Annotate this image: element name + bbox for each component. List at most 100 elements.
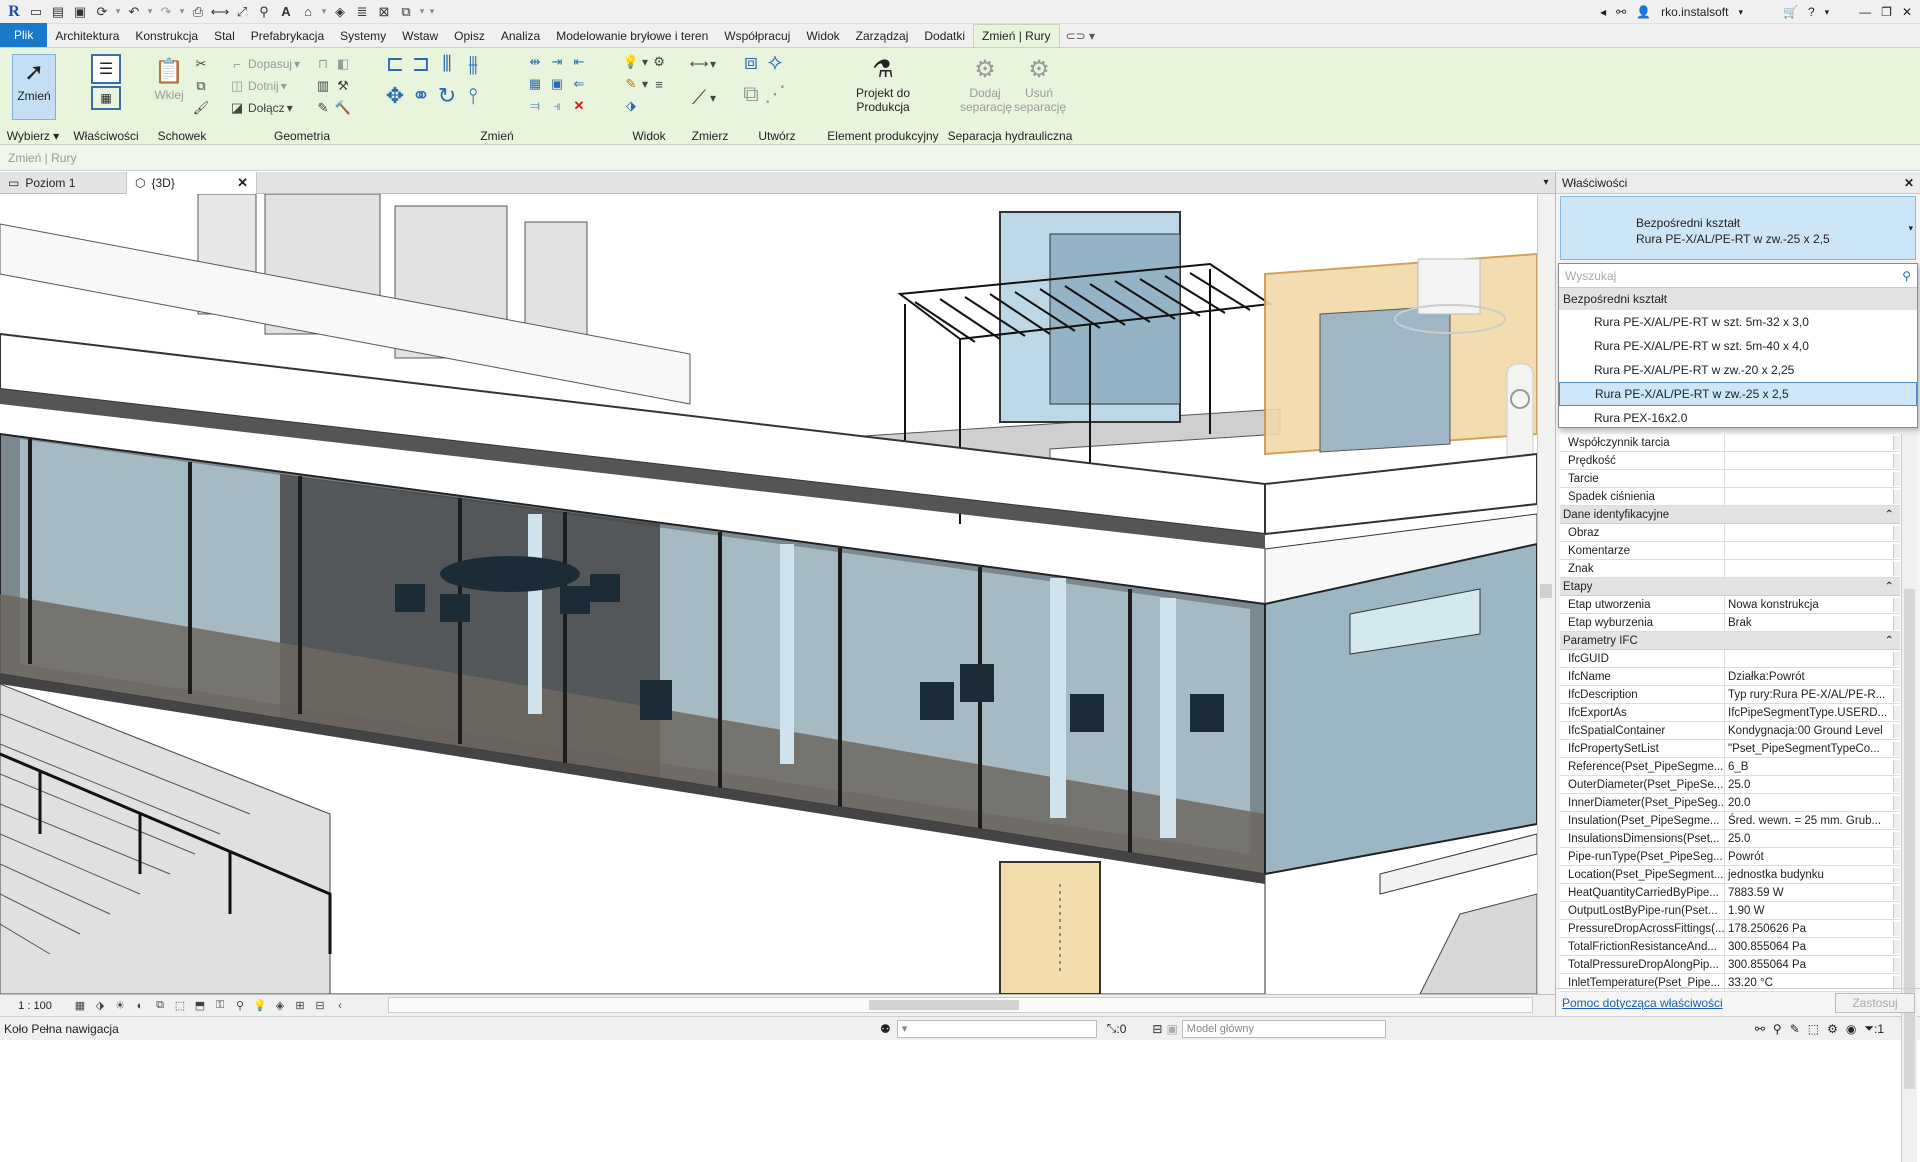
undo-icon[interactable]: ↶ xyxy=(124,3,144,21)
add-separation-button[interactable]: ⚙ Dodaj separację xyxy=(960,52,1012,122)
value-edit-icon[interactable] xyxy=(1893,688,1900,702)
create-group-icon[interactable]: ⧉ xyxy=(742,81,760,106)
ribbon-minimize-icon[interactable]: ⊂⊃ ▾ xyxy=(1060,24,1101,47)
tab-menu-icon[interactable]: ▾ xyxy=(1537,172,1555,193)
render-icon[interactable]: ⧉ xyxy=(152,998,168,1014)
save-icon[interactable]: ▣ xyxy=(70,3,90,21)
type-selector[interactable]: Bezpośredni kształt Rura PE-X/AL/PE-RT w… xyxy=(1560,196,1916,260)
value-edit-icon[interactable] xyxy=(1893,526,1900,540)
property-value[interactable]: Brak xyxy=(1725,614,1900,631)
sun-path-icon[interactable]: ☀ xyxy=(112,998,128,1014)
collapse-icon[interactable]: ⌃ xyxy=(1884,506,1894,523)
value-edit-icon[interactable] xyxy=(1893,922,1900,936)
user-name[interactable]: rko.instalsoft xyxy=(1661,5,1728,19)
join-button[interactable]: ◪ Dołącz ▾ xyxy=(228,98,293,118)
property-value[interactable]: Kondygnacja:00 Ground Level xyxy=(1725,722,1900,739)
property-value[interactable]: Powrót xyxy=(1725,848,1900,865)
value-edit-icon[interactable] xyxy=(1893,472,1900,486)
array-icon[interactable]: ⇤ xyxy=(570,53,588,71)
customize-qat-icon[interactable]: ▾ xyxy=(428,6,436,17)
split-icon[interactable]: ⇹ xyxy=(526,53,544,71)
type-option[interactable]: Rura PEX-16x2.0 xyxy=(1559,406,1917,430)
edit-button[interactable]: ✎ 🔨 xyxy=(314,98,352,118)
scale-icon[interactable]: ▣ xyxy=(548,75,566,93)
dropdown-arrow-icon[interactable]: ▾ xyxy=(1738,7,1743,18)
user-icon[interactable]: 👤 xyxy=(1636,5,1651,19)
value-edit-icon[interactable] xyxy=(1893,796,1900,810)
offset-icon[interactable]: ⊐ xyxy=(412,51,430,76)
value-edit-icon[interactable] xyxy=(1893,778,1900,792)
value-edit-icon[interactable] xyxy=(1893,454,1900,468)
default-3d-view-icon[interactable]: ⌂ xyxy=(298,3,318,21)
property-value[interactable]: 25.0 xyxy=(1725,830,1900,847)
visual-style-icon[interactable]: ⬗ xyxy=(92,998,108,1014)
value-edit-icon[interactable] xyxy=(1893,850,1900,864)
lock-3d-icon[interactable]: ⚿ xyxy=(212,998,228,1014)
property-value[interactable] xyxy=(1725,524,1900,541)
property-value[interactable]: 178.250626 Pa xyxy=(1725,920,1900,937)
wall-joins-button[interactable]: ⊓ ◧ xyxy=(314,54,352,74)
mirror-axis-icon[interactable]: ⫴ xyxy=(438,51,456,76)
tab-annotate[interactable]: Opisz xyxy=(446,24,493,47)
type-option[interactable]: Rura PE-X/AL/PE-RT w zw.-20 x 2,25 xyxy=(1559,358,1917,382)
create-assembly-icon[interactable]: ⧈ xyxy=(742,49,760,74)
property-value[interactable] xyxy=(1725,434,1900,451)
value-edit-icon[interactable] xyxy=(1893,904,1900,918)
value-edit-icon[interactable] xyxy=(1893,940,1900,954)
unpin-icon[interactable]: ⇐ xyxy=(570,75,588,93)
tab-manage[interactable]: Zarządzaj xyxy=(848,24,917,47)
tab-massing-site[interactable]: Modelowanie bryłowe i teren xyxy=(548,24,716,47)
sync-icon[interactable]: ⟳ xyxy=(92,3,112,21)
value-edit-icon[interactable] xyxy=(1893,868,1900,882)
value-edit-icon[interactable] xyxy=(1893,886,1900,900)
dropdown-arrow-icon[interactable]: ▾ xyxy=(320,6,328,17)
analysis-icon[interactable]: ◈ xyxy=(272,998,288,1014)
view-scale[interactable]: 1 : 100 xyxy=(0,1000,70,1012)
lock-icon[interactable]: ⫣ xyxy=(548,97,566,115)
filter-icon[interactable]: ⏷ xyxy=(1864,1021,1874,1036)
property-group-header[interactable]: Parametry IFC ⌃ xyxy=(1560,632,1900,650)
cope-button[interactable]: ⌐ Dopasuj ▾ xyxy=(228,54,300,74)
value-edit-icon[interactable] xyxy=(1893,814,1900,828)
shadows-icon[interactable]: ◐ xyxy=(132,998,148,1014)
type-properties-button[interactable]: ☰ ▦ xyxy=(82,54,130,120)
align-dimension-icon[interactable]: ⤢ xyxy=(232,3,252,21)
measure-icon[interactable]: ⟷ xyxy=(210,3,230,21)
cart-icon[interactable]: 🛒 xyxy=(1783,5,1798,19)
match-properties-button[interactable]: 🖌 xyxy=(192,98,210,118)
property-group-header[interactable]: Dane identyfikacyjne ⌃ xyxy=(1560,506,1900,524)
remove-separation-button[interactable]: ⚙ Usuń separację xyxy=(1014,52,1066,122)
value-edit-icon[interactable] xyxy=(1893,742,1900,756)
dropdown-arrow-icon[interactable]: ▾ xyxy=(178,6,186,17)
search-arrow-icon[interactable]: ◂ xyxy=(1600,5,1606,19)
type-option[interactable]: Rura PE-X/AL/PE-RT w szt. 5m-40 x 4,0 xyxy=(1559,334,1917,358)
show-crop-icon[interactable]: ⬒ xyxy=(192,998,208,1014)
value-edit-icon[interactable] xyxy=(1893,724,1900,738)
property-value[interactable]: 25.0 xyxy=(1725,776,1900,793)
override-button[interactable]: ✎ ▾ ≡ xyxy=(622,74,668,94)
design-options-icon[interactable]: ⊟ xyxy=(1152,1022,1162,1036)
pin-icon[interactable]: ⇥ xyxy=(548,53,566,71)
value-edit-icon[interactable] xyxy=(1893,616,1900,630)
property-value[interactable]: Nowa konstrukcja xyxy=(1725,596,1900,613)
align-icon[interactable]: ⊏ xyxy=(386,51,404,76)
tab-steel[interactable]: Stal xyxy=(206,24,243,47)
create-parts-icon[interactable]: ⟡ xyxy=(766,49,784,74)
chevron-down-icon[interactable]: ▾ xyxy=(1908,223,1913,234)
background-processes-icon[interactable]: ◉ xyxy=(1846,1022,1856,1036)
dropdown-arrow-icon[interactable]: ▾ xyxy=(1825,7,1830,18)
design-to-fabrication-button[interactable]: ⚗ Projekt do Produkcja xyxy=(842,52,924,122)
collapse-icon[interactable]: ⌃ xyxy=(1884,632,1894,649)
trim-icon[interactable]: ⫯ xyxy=(464,83,482,108)
property-value[interactable] xyxy=(1725,488,1900,505)
property-value[interactable]: IfcPipeSegmentType.USERD... xyxy=(1725,704,1900,721)
property-value[interactable]: jednostka budynku xyxy=(1725,866,1900,883)
tab-view[interactable]: Widok xyxy=(798,24,847,47)
reveal-hidden-icon[interactable]: 💡 xyxy=(252,998,268,1014)
value-edit-icon[interactable] xyxy=(1893,706,1900,720)
close-tab-icon[interactable]: ✕ xyxy=(237,175,248,191)
minimize-icon[interactable]: — xyxy=(1859,5,1871,19)
section-icon[interactable]: ◈ xyxy=(330,3,350,21)
value-edit-icon[interactable] xyxy=(1893,544,1900,558)
editable-only-icon[interactable]: ▣ xyxy=(1166,1022,1177,1036)
